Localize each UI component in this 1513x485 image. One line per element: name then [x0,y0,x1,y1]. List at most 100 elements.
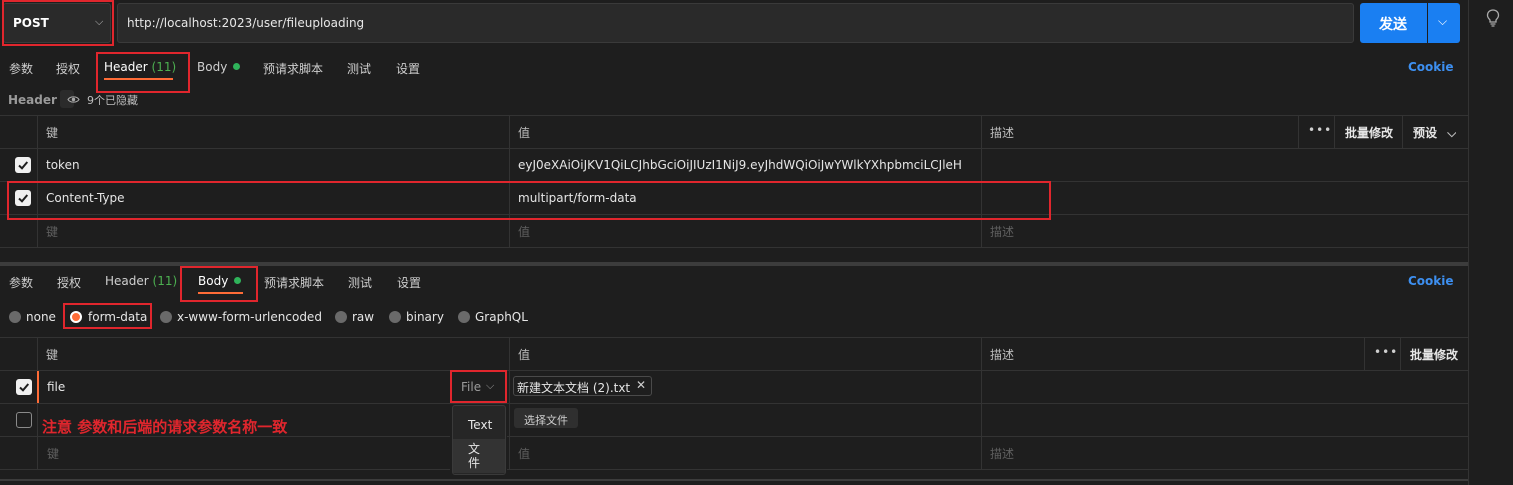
radio-graphql-label: GraphQL [475,310,528,324]
header-value-cell[interactable]: eyJ0eXAiOiJKV1QiLCJhbGciOiJIUzI1NiJ9.eyJ… [518,158,973,172]
tab-body[interactable]: Body [197,60,241,74]
table-border [0,214,1468,215]
panel-divider [0,262,1468,266]
new-value-input[interactable]: 值 [518,445,530,462]
row-checkbox[interactable] [15,190,31,206]
tab-auth[interactable]: 授权 [57,274,81,291]
url-text: http://localhost:2023/user/fileuploading [127,16,365,30]
bulk-edit-button[interactable]: 批量修改 [1345,124,1393,141]
row-checkbox[interactable] [15,157,31,173]
table-border [509,337,510,469]
row-checkbox[interactable] [16,412,32,428]
presets-label: 预设 [1413,126,1438,140]
radio-urlencoded-label: x-www-form-urlencoded [177,310,322,324]
column-header-key: 键 [46,126,59,140]
table-border [0,115,1468,116]
radio-none[interactable] [9,311,21,323]
tab-params[interactable]: 参数 [9,274,33,291]
tab-settings[interactable]: 设置 [397,274,421,291]
table-border [1400,337,1401,370]
radio-raw[interactable] [335,311,347,323]
table-border [0,370,1468,371]
url-input[interactable]: http://localhost:2023/user/fileuploading [117,3,1354,43]
tab-tests[interactable]: 测试 [348,274,372,291]
tab-header-count: (11) [151,60,177,74]
radio-urlencoded[interactable] [160,311,172,323]
table-border [37,337,38,469]
menu-item-text[interactable]: Text [468,418,492,432]
bottom-divider [0,479,1468,481]
tab-settings[interactable]: 设置 [396,60,420,77]
table-border [507,469,1468,470]
new-key-input[interactable]: 键 [46,223,58,240]
tab-header-label: Header [104,60,148,74]
close-icon[interactable]: ✕ [636,378,646,392]
table-border [0,469,450,470]
table-border [0,181,1468,182]
header-section-label: Header [8,93,57,107]
radio-graphql[interactable] [458,311,470,323]
menu-item-file-label: 文件 [468,442,481,470]
tab-pre-request-script[interactable]: 预请求脚本 [264,274,324,291]
tab-tests[interactable]: 测试 [347,60,371,77]
status-dot [234,277,242,284]
tab-header-count: (11) [152,274,178,288]
column-header-value: 值 [518,348,531,362]
chevron-down-icon: ⌵ [486,379,495,392]
new-desc-input[interactable]: 描述 [990,223,1014,240]
row-checkbox[interactable] [16,379,32,395]
key-type-label: File [461,380,482,394]
tab-active-underline [104,78,173,80]
table-border [509,115,510,247]
send-options-button[interactable]: ⌵ [1428,3,1460,43]
header-key-cell[interactable]: token [46,158,80,172]
header-value-cell[interactable]: multipart/form-data [518,191,637,205]
new-key-input[interactable]: 键 [47,445,59,462]
status-dot [233,63,241,70]
table-border [1402,115,1403,148]
tab-header[interactable]: Header (11) [105,274,177,288]
body-key-cell[interactable]: file [47,380,65,394]
new-value-input[interactable]: 值 [518,223,530,240]
hidden-badge-text: 9个已隐藏 [87,94,138,107]
tab-auth[interactable]: 授权 [56,60,80,77]
send-button[interactable]: 发送 [1360,3,1427,43]
tab-body-label: Body [198,274,229,288]
check-icon [18,161,29,170]
table-border [0,403,1468,404]
table-border [37,115,38,247]
table-border [1298,115,1299,148]
eye-icon [67,96,80,103]
tab-body[interactable]: Body [198,274,242,288]
row-edit-indicator [37,371,39,403]
radio-form-data[interactable] [70,311,82,323]
new-desc-input[interactable]: 描述 [990,445,1014,462]
check-icon [19,383,30,392]
hidden-headers-badge[interactable]: 9个已隐藏 [60,90,138,108]
radio-binary-label: binary [406,310,444,324]
choose-file-button[interactable]: 选择文件 [514,408,578,428]
cookie-link[interactable]: Cookie [1408,60,1454,74]
cookie-link[interactable]: Cookie [1408,274,1454,288]
tab-header[interactable]: Header (11) [104,60,176,74]
table-border [507,436,1468,437]
menu-item-file[interactable]: 文件 [453,439,505,473]
tab-active-underline [198,292,243,294]
header-key-cell[interactable]: Content-Type [46,191,125,205]
lightbulb-icon[interactable] [1485,9,1501,27]
tab-pre-request-script[interactable]: 预请求脚本 [263,60,323,77]
tab-header-label: Header [105,274,149,288]
more-options-icon[interactable]: ••• [1374,345,1398,359]
tab-params[interactable]: 参数 [9,60,33,77]
bulk-edit-button[interactable]: 批量修改 [1410,346,1458,363]
send-label: 发送 [1379,17,1407,33]
radio-binary[interactable] [389,311,401,323]
more-options-icon[interactable]: ••• [1308,123,1332,137]
presets-dropdown[interactable]: 预设 ⌵ [1413,124,1456,141]
column-header-desc: 描述 [990,348,1015,362]
file-chip[interactable]: 新建文本文档 (2).txt ✕ [513,376,652,396]
method-select[interactable]: POST ⌵ [3,3,111,43]
check-icon [18,194,29,203]
chevron-down-icon: ⌵ [1438,14,1448,28]
key-type-dropdown[interactable]: File ⌵ [452,372,506,402]
